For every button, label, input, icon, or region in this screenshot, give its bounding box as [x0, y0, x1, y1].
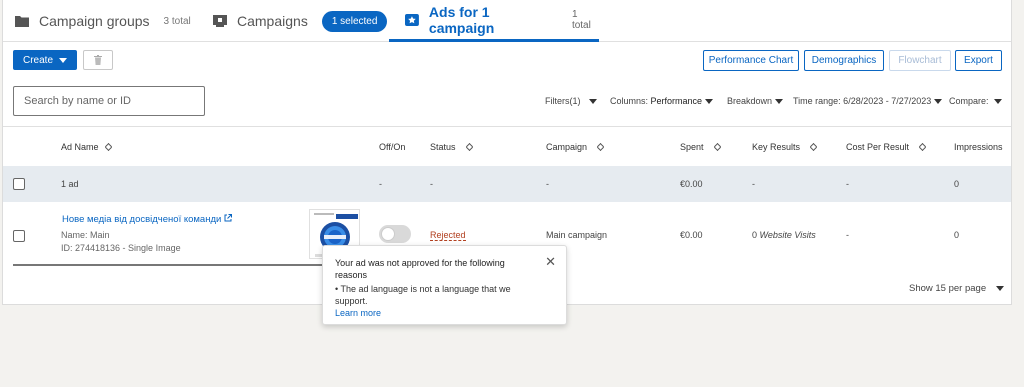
- total-offon: -: [379, 179, 382, 189]
- selected-badge[interactable]: 1 selected: [321, 10, 388, 32]
- time-range-dropdown[interactable]: Time range: 6/28/2023 - 7/27/2023: [793, 96, 943, 106]
- sort-icon: [105, 142, 112, 152]
- column-label: Campaign: [546, 142, 588, 152]
- learn-more-link[interactable]: Learn more: [335, 308, 381, 318]
- popover-reason: • The ad language is not a language that…: [335, 284, 511, 306]
- create-button[interactable]: Create: [13, 50, 77, 70]
- chevron-down-icon: [934, 99, 943, 105]
- ad-name-text: Нове медіа від досвідченої команди: [62, 214, 222, 225]
- chevron-down-icon: [993, 99, 1002, 105]
- column-label: Key Results: [752, 142, 801, 152]
- columns-dropdown[interactable]: Columns: Performance: [610, 96, 714, 106]
- columns-label: Columns:: [610, 96, 649, 106]
- ad-key-results: 0 Website Visits: [752, 230, 816, 240]
- ad-star-icon: [405, 13, 419, 26]
- sort-icon: [919, 142, 926, 152]
- per-page-label: Show 15 per page: [909, 283, 987, 294]
- ad-cost: -: [846, 230, 849, 240]
- columns-value: Performance: [650, 96, 703, 106]
- column-label: Off/On: [379, 142, 406, 152]
- tab-ads-label: Ads for 1 campaign: [428, 3, 495, 36]
- ad-impressions: 0: [954, 230, 960, 240]
- campaign-icon: [213, 15, 227, 27]
- tab-campaign-groups-count: 3 total: [163, 15, 191, 27]
- tab-campaigns[interactable]: Campaigns 1 selected: [213, 0, 388, 42]
- column-label: Status: [430, 142, 456, 152]
- column-header-status[interactable]: Status: [430, 127, 473, 167]
- tab-ads[interactable]: Ads for 1 campaign 1 total: [389, 0, 599, 42]
- column-header-ad-name[interactable]: Ad Name: [61, 127, 112, 167]
- row-checkbox[interactable]: [13, 230, 25, 242]
- breakdown-label: Breakdown: [727, 96, 773, 106]
- total-campaign: -: [546, 179, 549, 189]
- table-header: Ad Name Off/On Status Campaign Spent Key…: [3, 126, 1011, 166]
- close-icon[interactable]: ✕: [545, 254, 556, 270]
- breakdown-dropdown[interactable]: Breakdown: [727, 96, 784, 106]
- ad-subname: Name: Main: [61, 230, 110, 240]
- ad-campaign: Main campaign: [546, 230, 608, 240]
- tab-campaigns-label: Campaigns: [237, 13, 308, 29]
- chevron-down-icon: [588, 99, 597, 105]
- external-link-icon: [224, 214, 232, 222]
- tab-campaign-groups-label: Campaign groups: [39, 13, 150, 29]
- ad-on-off-toggle[interactable]: [379, 225, 411, 243]
- column-header-cost-per-result[interactable]: Cost Per Result: [846, 127, 926, 167]
- compare-label: Compare:: [949, 96, 989, 106]
- flowchart-button[interactable]: Flowchart: [889, 50, 951, 71]
- column-label: Cost Per Result: [846, 142, 910, 152]
- total-name: 1 ad: [61, 179, 79, 189]
- demographics-button[interactable]: Demographics: [804, 50, 884, 71]
- tab-bar: Campaign groups 3 total Campaigns 1 sele…: [3, 0, 1011, 42]
- column-header-key-results[interactable]: Key Results: [752, 127, 817, 167]
- column-header-campaign[interactable]: Campaign: [546, 127, 604, 167]
- delete-button[interactable]: [83, 50, 113, 70]
- key-results-num: 0: [752, 230, 758, 240]
- column-header-spent[interactable]: Spent: [680, 127, 721, 167]
- total-status: -: [430, 179, 433, 189]
- column-header-impressions[interactable]: Impressions: [954, 127, 1003, 167]
- sort-icon: [466, 142, 473, 152]
- chevron-down-icon: [775, 99, 784, 105]
- table-row-total: 1 ad - - - €0.00 - - 0: [3, 166, 1011, 202]
- search-input[interactable]: [13, 86, 205, 116]
- per-page-dropdown[interactable]: Show 15 per page: [909, 283, 1005, 294]
- create-button-label: Create: [22, 54, 53, 66]
- chevron-down-icon: [996, 285, 1005, 291]
- ad-spent: €0.00: [680, 230, 703, 240]
- select-all-checkbox[interactable]: [13, 178, 25, 190]
- total-cost: -: [846, 179, 849, 189]
- chevron-down-icon: [705, 99, 714, 105]
- sort-icon: [714, 142, 721, 152]
- compare-dropdown[interactable]: Compare:: [949, 96, 1002, 106]
- key-results-unit: Website Visits: [759, 230, 816, 240]
- sort-icon: [597, 142, 604, 152]
- export-button[interactable]: Export: [955, 50, 1002, 71]
- status-rejected: Rejected: [430, 230, 466, 241]
- ad-name-link[interactable]: Нове медіа від досвідченої команди: [62, 214, 232, 225]
- toggle-knob: [381, 227, 395, 241]
- total-spent: €0.00: [680, 179, 703, 189]
- column-header-offon: Off/On: [379, 127, 405, 167]
- popover-title: Your ad was not approved for the followi…: [335, 258, 505, 280]
- sort-icon: [810, 142, 817, 152]
- chevron-down-icon: [59, 57, 67, 63]
- filters-dropdown[interactable]: Filters(1): [545, 96, 597, 106]
- column-label: Spent: [680, 142, 704, 152]
- column-label: Ad Name: [61, 142, 99, 152]
- ad-id: ID: 274418136 - Single Image: [61, 243, 181, 253]
- total-key-results: -: [752, 179, 755, 189]
- row-divider: [13, 264, 365, 266]
- folder-icon: [15, 16, 29, 27]
- tab-ads-count: 1 total: [571, 8, 591, 31]
- rejection-popover: Your ad was not approved for the followi…: [322, 245, 567, 325]
- column-label: Impressions: [954, 142, 1003, 152]
- ad-status[interactable]: Rejected: [430, 230, 466, 241]
- tab-campaign-groups[interactable]: Campaign groups 3 total: [15, 0, 191, 42]
- total-impressions: 0: [954, 179, 960, 189]
- filters-label: Filters(1): [545, 96, 581, 106]
- trash-icon: [94, 55, 102, 65]
- time-range-label: Time range: 6/28/2023 - 7/27/2023: [793, 96, 932, 106]
- performance-chart-button[interactable]: Performance Chart: [703, 50, 799, 71]
